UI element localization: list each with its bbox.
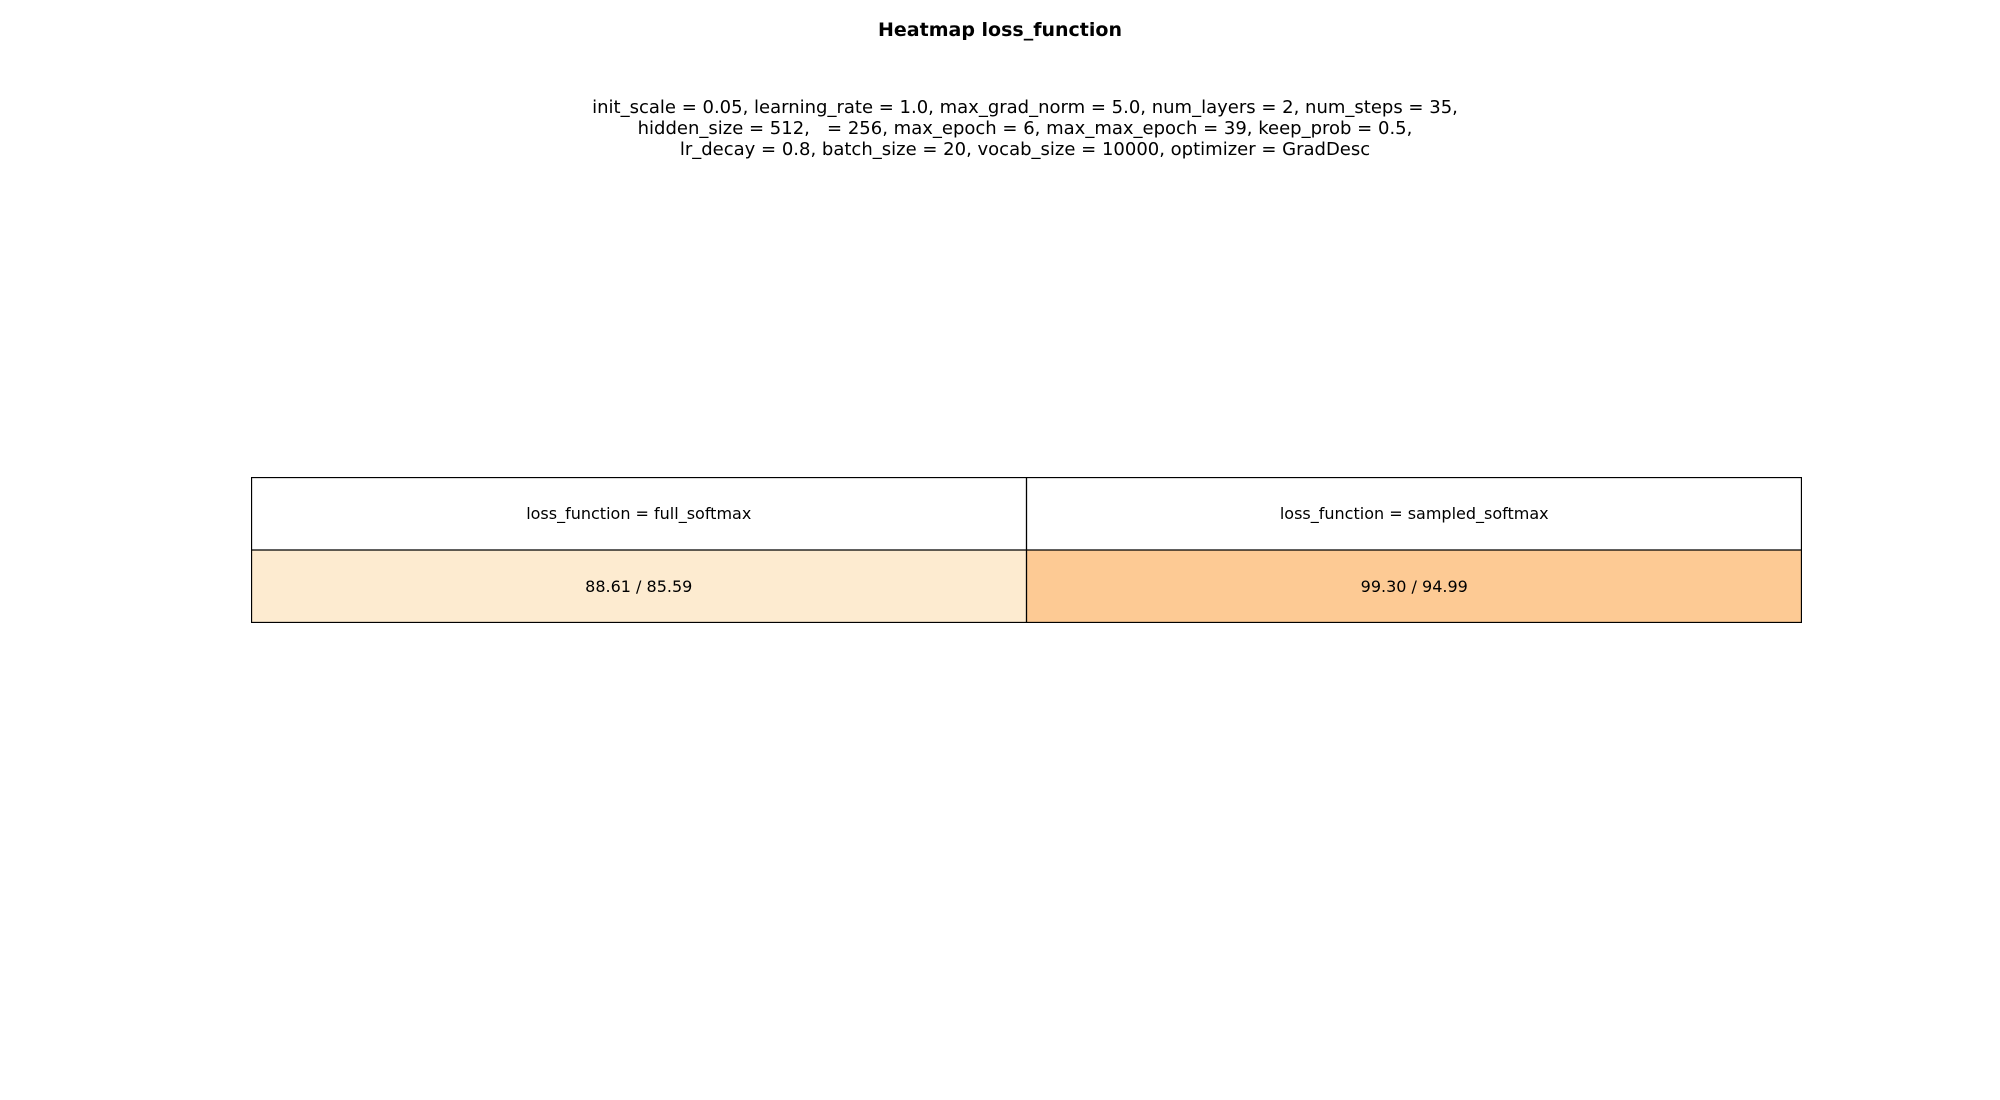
- chart-title: Heatmap loss_function: [878, 19, 1122, 41]
- heatmap-table: loss_function = full_softmax loss_functio…: [251, 477, 1802, 623]
- heatmap-cell-value: 88.61 / 85.59: [585, 577, 692, 596]
- heatmap-cell-value: 99.30 / 94.99: [1361, 577, 1468, 596]
- column-header-label: loss_function = full_softmax: [526, 504, 751, 524]
- heatmap-svg: loss_function = full_softmax loss_functio…: [251, 477, 1802, 623]
- subtitle-line-2: hidden_size = 512, = 256, max_epoch = 6,…: [637, 118, 1413, 139]
- column-header-label: loss_function = sampled_softmax: [1280, 504, 1549, 524]
- chart-subtitle: init_scale = 0.05, learning_rate = 1.0, …: [0, 97, 2000, 160]
- subtitle-line-1: init_scale = 0.05, learning_rate = 1.0, …: [592, 97, 1458, 118]
- subtitle-line-3: lr_decay = 0.8, batch_size = 20, vocab_s…: [679, 139, 1371, 160]
